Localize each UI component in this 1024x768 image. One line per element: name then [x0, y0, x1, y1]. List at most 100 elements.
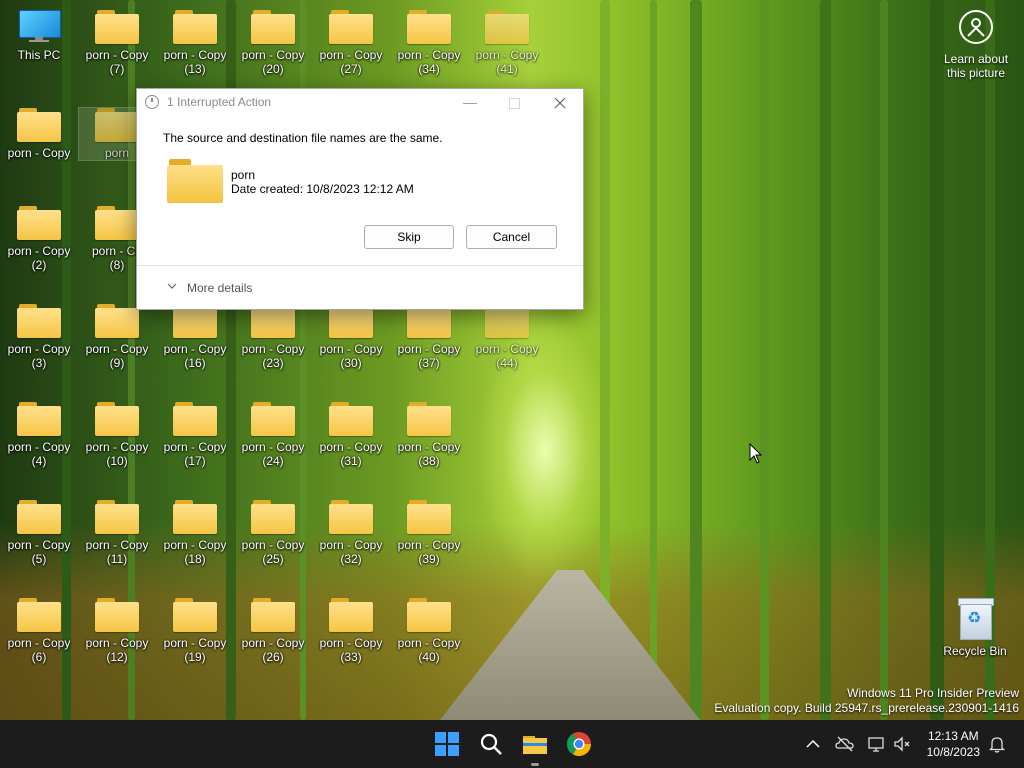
folder-label-index: (13) [184, 62, 206, 76]
desktop-folder[interactable]: porn - Copy (3) [1, 304, 77, 370]
folder-label-index: (30) [340, 356, 362, 370]
desktop-folder[interactable]: porn - Copy (2) [1, 206, 77, 272]
desktop-folder[interactable]: porn - Copy (4) [1, 402, 77, 468]
maximize-button [491, 89, 537, 115]
desktop-folder[interactable]: porn - Copy (26) [235, 598, 311, 664]
this-pc-shortcut[interactable]: This PC [1, 10, 77, 62]
desktop-folder[interactable]: porn - Copy (24) [235, 402, 311, 468]
close-icon [554, 97, 566, 109]
folder-label-index: (17) [184, 454, 206, 468]
folder-icon [95, 304, 139, 338]
chrome-button[interactable] [563, 728, 595, 760]
folder-icon [329, 598, 373, 632]
folder-label: porn - Copy [241, 48, 305, 62]
interrupted-action-dialog: 1 Interrupted Action — The source and de… [136, 88, 584, 310]
folder-label-index: (3) [31, 356, 47, 370]
desktop-folder[interactable]: porn - Copy (12) [79, 598, 155, 664]
minimize-button[interactable]: — [447, 89, 493, 115]
volume-button[interactable] [892, 734, 912, 754]
desktop-folder[interactable]: porn - Copy (6) [1, 598, 77, 664]
desktop-folder[interactable]: porn - Copy (7) [79, 10, 155, 76]
close-button[interactable] [537, 89, 583, 115]
file-explorer-button[interactable] [519, 728, 551, 766]
folder-icon [251, 500, 295, 534]
desktop-folder[interactable]: porn - Copy (31) [313, 402, 389, 468]
dialog-message: The source and destination file names ar… [163, 131, 443, 145]
desktop-folder[interactable]: porn - Copy (32) [313, 500, 389, 566]
folder-icon [485, 10, 529, 44]
desktop-folder[interactable]: porn - Copy (23) [235, 304, 311, 370]
desktop-folder[interactable]: porn - Copy (18) [157, 500, 233, 566]
folder-label-index: (40) [418, 650, 440, 664]
folder-icon [17, 304, 61, 338]
desktop-folder[interactable]: porn - Copy (10) [79, 402, 155, 468]
desktop-folder[interactable]: porn - Copy (25) [235, 500, 311, 566]
folder-label: porn - Copy [397, 48, 461, 62]
folder-label-index: (5) [31, 552, 47, 566]
monitor-icon [19, 10, 61, 42]
folder-label-index: (41) [496, 62, 518, 76]
file-date-created: Date created: 10/8/2023 12:12 AM [231, 182, 414, 196]
learn-about-picture-button[interactable]: Learn about this picture [942, 10, 1010, 80]
folder-label: porn - Copy [397, 342, 461, 356]
desktop-folder[interactable]: porn - Copy (34) [391, 10, 467, 76]
desktop-folder[interactable]: porn - Copy (13) [157, 10, 233, 76]
folder-label: porn - Copy [85, 538, 149, 552]
folder-label-index: (34) [418, 62, 440, 76]
desktop-folder[interactable]: porn - Copy (27) [313, 10, 389, 76]
folder-label: porn - Copy [163, 538, 227, 552]
desktop-folder[interactable]: porn - Copy [1, 108, 77, 160]
recycle-bin-shortcut[interactable]: ♻ Recycle Bin [937, 598, 1013, 658]
recycle-bin-label: Recycle Bin [943, 644, 1007, 658]
folder-label-index: (44) [496, 356, 518, 370]
desktop-folder[interactable]: porn - Copy (44) [469, 304, 545, 370]
more-details-label: More details [187, 281, 253, 295]
desktop-folder[interactable]: porn - Copy (11) [79, 500, 155, 566]
desktop-folder[interactable]: porn - Copy (9) [79, 304, 155, 370]
folder-label-index: (24) [262, 454, 284, 468]
desktop-folder[interactable]: porn - Copy (40) [391, 598, 467, 664]
desktop-folder[interactable]: porn - Copy (33) [313, 598, 389, 664]
folder-icon [95, 598, 139, 632]
skip-button[interactable]: Skip [364, 225, 454, 249]
desktop-folder[interactable]: porn - Copy (19) [157, 598, 233, 664]
notifications-button[interactable] [987, 734, 1007, 754]
desktop-folder[interactable]: porn - Copy (20) [235, 10, 311, 76]
desktop-folder[interactable]: porn - Copy (37) [391, 304, 467, 370]
folder-label-index: (11) [106, 552, 128, 566]
folder-icon [167, 159, 223, 203]
network-button[interactable] [866, 734, 886, 754]
start-button[interactable] [431, 728, 463, 760]
onedrive-button[interactable] [834, 734, 854, 754]
dialog-titlebar[interactable]: 1 Interrupted Action — [137, 89, 583, 115]
folder-icon [173, 598, 217, 632]
search-button[interactable] [475, 728, 507, 760]
folder-label-index: (37) [418, 356, 440, 370]
start-icon [435, 732, 459, 756]
desktop-folder[interactable]: porn - Copy (41) [469, 10, 545, 76]
dialog-title: 1 Interrupted Action [167, 95, 272, 109]
show-hidden-icons-button[interactable] [803, 734, 823, 754]
running-indicator [531, 763, 539, 766]
file-name: porn [231, 168, 256, 182]
dialog-divider [137, 265, 583, 266]
desktop-folder[interactable]: porn - Copy (16) [157, 304, 233, 370]
folder-label: porn - Copy [241, 342, 305, 356]
chevron-down-icon [167, 283, 177, 289]
folder-icon [173, 500, 217, 534]
desktop-folder[interactable]: porn - Copy (5) [1, 500, 77, 566]
system-clock[interactable]: 12:13 AM 10/8/2023 [927, 728, 980, 760]
cancel-button[interactable]: Cancel [466, 225, 557, 249]
folder-icon [173, 402, 217, 436]
folder-label: porn - Copy [397, 440, 461, 454]
folder-icon [407, 500, 451, 534]
folder-icon [173, 10, 217, 44]
folder-label-index: (38) [418, 454, 440, 468]
desktop-folder[interactable]: porn - Copy (38) [391, 402, 467, 468]
desktop-folder[interactable]: porn - Copy (30) [313, 304, 389, 370]
desktop-folder[interactable]: porn - Copy (39) [391, 500, 467, 566]
folder-label: porn - Copy [7, 440, 71, 454]
folder-icon [251, 598, 295, 632]
this-pc-label: This PC [17, 48, 61, 62]
desktop-folder[interactable]: porn - Copy (17) [157, 402, 233, 468]
